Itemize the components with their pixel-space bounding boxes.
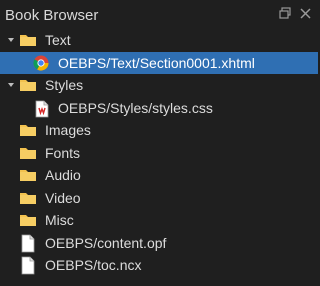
book-browser-panel: Book Browser Text OEBPS/Text/Section0001… bbox=[0, 0, 318, 286]
folder-icon bbox=[19, 212, 37, 228]
tree-item-section0001[interactable]: OEBPS/Text/Section0001.xhtml bbox=[0, 51, 318, 74]
tree-item-fonts[interactable]: Fonts bbox=[0, 142, 318, 165]
css-file-icon bbox=[34, 100, 52, 117]
tree-item-text[interactable]: Text bbox=[0, 29, 318, 52]
tree-item-audio[interactable]: Audio bbox=[0, 164, 318, 187]
file-icon bbox=[20, 234, 38, 252]
tree-item-label: OEBPS/toc.ncx bbox=[45, 257, 142, 274]
book-tree: Text OEBPS/Text/Section0001.xhtml Styles… bbox=[0, 29, 318, 277]
tree-item-misc[interactable]: Misc bbox=[0, 209, 318, 232]
chevron-down-icon[interactable] bbox=[6, 80, 16, 90]
tree-item-label: OEBPS/content.opf bbox=[45, 234, 167, 251]
tree-item-label: Images bbox=[45, 122, 91, 139]
close-icon[interactable] bbox=[298, 6, 312, 20]
tree-item-video[interactable]: Video bbox=[0, 187, 318, 210]
folder-icon bbox=[19, 122, 37, 138]
panel-title: Book Browser bbox=[0, 0, 318, 30]
tree-item-stylesheet[interactable]: OEBPS/Styles/styles.css bbox=[0, 97, 318, 120]
folder-icon bbox=[19, 190, 37, 206]
tree-item-label: Styles bbox=[45, 77, 84, 94]
panel-title-text: Book Browser bbox=[5, 6, 99, 24]
tree-item-content-opf[interactable]: OEBPS/content.opf bbox=[0, 232, 318, 255]
float-icon[interactable] bbox=[278, 6, 292, 20]
tree-item-label: OEBPS/Styles/styles.css bbox=[58, 99, 213, 116]
tree-item-toc-ncx[interactable]: OEBPS/toc.ncx bbox=[0, 254, 318, 277]
tree-item-label: Fonts bbox=[45, 144, 81, 161]
folder-icon bbox=[19, 32, 37, 48]
tree-item-label: Misc bbox=[45, 212, 74, 229]
tree-item-label: Video bbox=[45, 189, 81, 206]
chrome-icon bbox=[33, 55, 51, 71]
chevron-down-icon[interactable] bbox=[6, 35, 16, 45]
folder-icon bbox=[19, 77, 37, 93]
tree-item-label: Text bbox=[45, 32, 71, 49]
file-icon bbox=[20, 256, 38, 275]
tree-item-label: OEBPS/Text/Section0001.xhtml bbox=[58, 54, 255, 71]
folder-icon bbox=[19, 167, 37, 183]
folder-icon bbox=[19, 145, 37, 161]
panel-controls bbox=[278, 6, 312, 20]
tree-item-styles[interactable]: Styles bbox=[0, 74, 318, 97]
tree-item-images[interactable]: Images bbox=[0, 119, 318, 142]
tree-item-label: Audio bbox=[45, 167, 81, 184]
